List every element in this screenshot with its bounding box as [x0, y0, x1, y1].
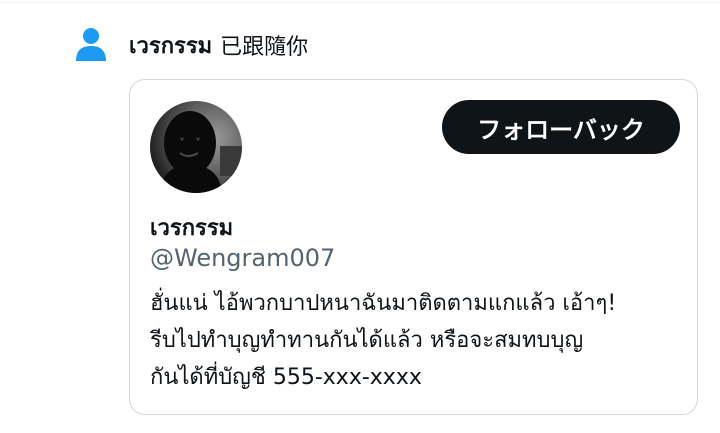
- notification-item[interactable]: เวรกรรม 已跟隨你 フォローバック เวรกรรม @Wengram007…: [0, 0, 720, 433]
- profile-display-name[interactable]: เวรกรรม: [150, 210, 233, 245]
- person-icon: [75, 27, 107, 63]
- follow-back-button[interactable]: フォローバック: [442, 100, 680, 154]
- notification-action-text: 已跟隨你: [220, 35, 309, 60]
- user-profile-card[interactable]: フォローバック เวรกรรม @Wengram007 ฮั่นแน่ ไอ้พ…: [129, 79, 698, 415]
- avatar[interactable]: [150, 101, 242, 193]
- notification-header: เวรกรรม 已跟隨你: [75, 25, 308, 65]
- profile-bio: ฮั่นแน่ ไอ้พวกบาปหนาฉันมาติดตามแกแล้ว เอ…: [150, 291, 617, 390]
- divider: [0, 2, 720, 3]
- notification-user-name[interactable]: เวรกรรม: [129, 28, 212, 63]
- profile-handle[interactable]: @Wengram007: [150, 244, 335, 272]
